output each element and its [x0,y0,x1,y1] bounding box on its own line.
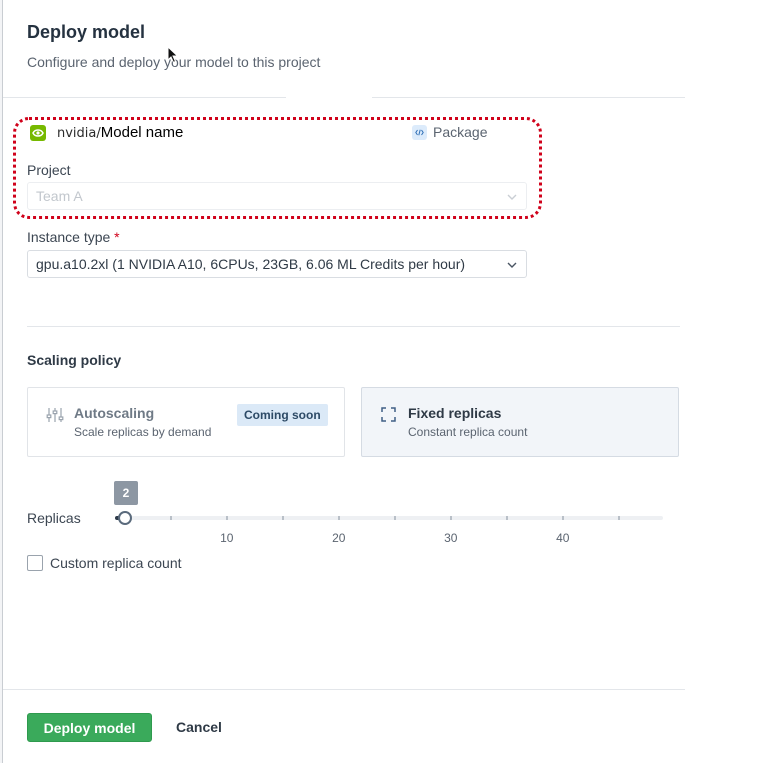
divider-gap [286,96,372,99]
section-divider [27,326,680,327]
project-value: Team A [36,188,83,204]
slider-tick-label: 40 [556,531,570,545]
fixed-replicas-description: Constant replica count [408,425,528,439]
scaling-policy-title: Scaling policy [27,352,122,368]
replicas-slider-track[interactable] [117,516,663,520]
project-select: Team A [27,182,527,210]
custom-replica-checkbox[interactable] [27,555,43,571]
fixed-replicas-option[interactable]: Fixed replicas Constant replica count [361,387,679,457]
autoscaling-description: Scale replicas by demand [74,425,212,439]
expand-icon [381,407,396,422]
model-name-text: Model name [100,124,184,141]
dialog-title: Deploy model [27,22,146,42]
instance-type-label: Instance type * [27,229,120,245]
nvidia-logo-icon [30,125,46,141]
instance-type-select[interactable]: gpu.a10.2xl (1 NVIDIA A10, 6CPUs, 23GB, … [27,250,527,278]
slider-tick [393,516,396,520]
slider-tick [225,516,228,520]
coming-soon-badge: Coming soon [237,404,328,426]
slider-tick [281,516,284,520]
replicas-value-tooltip: 2 [114,481,138,505]
side-panel-edge [0,0,3,763]
slider-tick-label: 10 [220,531,234,545]
slider-tick-label: 30 [444,531,458,545]
package-label: Package [433,124,488,140]
replicas-slider-handle[interactable] [118,511,132,525]
fixed-replicas-title: Fixed replicas [408,405,502,421]
autoscaling-option: Autoscaling Scale replicas by demand Com… [27,387,345,457]
chevron-down-icon [507,194,517,200]
slider-tick [449,516,452,520]
footer-divider [3,689,685,690]
replicas-label: Replicas [27,510,81,526]
slider-tick [561,516,564,520]
autoscaling-title: Autoscaling [74,405,155,421]
sliders-icon [46,408,64,422]
instance-type-label-text: Instance type [27,229,111,245]
instance-type-value: gpu.a10.2xl (1 NVIDIA A10, 6CPUs, 23GB, … [36,256,466,272]
slider-tick [337,516,340,520]
project-label: Project [27,162,71,178]
deploy-model-button[interactable]: Deploy model [27,713,152,742]
custom-replica-label: Custom replica count [50,555,182,571]
slider-tick [505,516,508,520]
slider-tick [617,516,620,520]
code-icon [412,124,427,140]
package-link[interactable]: Package [412,124,487,140]
model-name: nvidia/Model name [57,124,183,141]
slider-tick-label: 20 [332,531,346,545]
model-org: nvidia/ [57,126,101,141]
required-mark: * [114,229,120,245]
chevron-down-icon [507,262,517,268]
cancel-button[interactable]: Cancel [176,719,222,735]
mouse-cursor-icon [167,46,179,64]
slider-tick [169,516,172,520]
